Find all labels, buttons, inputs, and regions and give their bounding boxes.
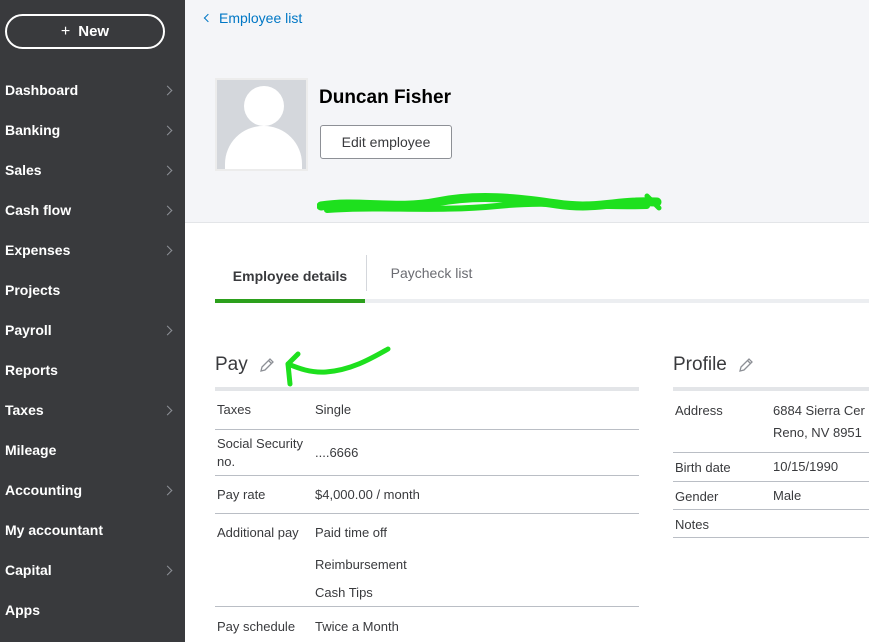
back-to-employee-list-link[interactable]: Employee list bbox=[203, 10, 303, 26]
row-value: 6884 Sierra Cer bbox=[773, 403, 865, 418]
sidebar-item-dashboard[interactable]: Dashboard bbox=[0, 70, 185, 110]
sidebar-item-label: My accountant bbox=[5, 522, 104, 538]
sidebar-item-cash-flow[interactable]: Cash flow bbox=[0, 190, 185, 230]
pencil-icon[interactable] bbox=[737, 356, 755, 374]
sidebar: + New Dashboard Banking Sales Cash flow … bbox=[0, 0, 185, 642]
row-label: Pay rate bbox=[217, 487, 266, 502]
chevron-right-icon bbox=[162, 165, 173, 175]
sidebar-item-accounting[interactable]: Accounting bbox=[0, 470, 185, 510]
redaction-scribble bbox=[317, 193, 662, 213]
row-value: ....6666 bbox=[315, 445, 359, 460]
chevron-right-icon bbox=[162, 565, 173, 575]
pay-row-pay-schedule: Pay schedule Twice a Month bbox=[215, 607, 639, 642]
back-link-label: Employee list bbox=[219, 10, 303, 26]
sidebar-item-label: Accounting bbox=[5, 482, 82, 498]
sidebar-item-label: Dashboard bbox=[5, 82, 79, 98]
row-label: Gender bbox=[675, 489, 719, 504]
row-label: Birth date bbox=[675, 460, 731, 475]
sidebar-item-label: Payroll bbox=[5, 322, 52, 338]
row-label: Additional pay bbox=[217, 525, 299, 540]
new-button-label: New bbox=[78, 23, 110, 40]
sidebar-item-capital[interactable]: Capital bbox=[0, 550, 185, 590]
profile-row-address: Address 6884 Sierra Cer Reno, NV 8951 bbox=[673, 391, 869, 453]
row-value: Paid time off bbox=[315, 525, 388, 540]
sidebar-item-label: Sales bbox=[5, 162, 42, 178]
sidebar-item-reports[interactable]: Reports bbox=[0, 350, 185, 390]
sidebar-item-label: Apps bbox=[5, 602, 40, 618]
sidebar-item-banking[interactable]: Banking bbox=[0, 110, 185, 150]
annotation-arrow bbox=[285, 346, 391, 387]
row-value: Reimbursement bbox=[315, 557, 407, 572]
sidebar-item-label: Cash flow bbox=[5, 202, 72, 218]
plus-icon: + bbox=[60, 22, 71, 40]
row-label: Taxes bbox=[217, 402, 251, 417]
avatar bbox=[215, 78, 308, 171]
sidebar-nav: Dashboard Banking Sales Cash flow Expens… bbox=[0, 70, 185, 630]
pay-row-pay-rate: Pay rate $4,000.00 / month bbox=[215, 476, 639, 514]
row-value: 10/15/1990 bbox=[773, 459, 839, 474]
profile-row-notes: Notes bbox=[673, 510, 869, 538]
row-value: Reno, NV 8951 bbox=[773, 425, 862, 440]
sidebar-item-mileage[interactable]: Mileage bbox=[0, 430, 185, 470]
edit-employee-button[interactable]: Edit employee bbox=[320, 125, 452, 159]
sidebar-item-label: Capital bbox=[5, 562, 52, 578]
sidebar-item-label: Banking bbox=[5, 122, 61, 138]
sidebar-item-payroll[interactable]: Payroll bbox=[0, 310, 185, 350]
pay-row-ssn: Social Security no. ....6666 bbox=[215, 430, 639, 476]
row-label: Notes bbox=[675, 517, 709, 532]
sidebar-item-taxes[interactable]: Taxes bbox=[0, 390, 185, 430]
row-value: $4,000.00 / month bbox=[315, 487, 420, 502]
row-value: Male bbox=[773, 488, 802, 503]
sidebar-item-label: Taxes bbox=[5, 402, 44, 418]
row-label: Pay schedule bbox=[217, 619, 296, 634]
tab-employee-details[interactable]: Employee details bbox=[215, 253, 365, 303]
chevron-right-icon bbox=[162, 325, 173, 335]
employee-header: Employee list Duncan Fisher Edit employe… bbox=[185, 0, 869, 223]
chevron-left-icon bbox=[203, 13, 213, 23]
sidebar-item-apps[interactable]: Apps bbox=[0, 590, 185, 630]
tab-paycheck-list[interactable]: Paycheck list bbox=[366, 255, 496, 291]
row-value: Single bbox=[315, 402, 352, 417]
profile-row-birth-date: Birth date 10/15/1990 bbox=[673, 453, 869, 482]
profile-section-title: Profile bbox=[673, 354, 755, 376]
pay-row-additional-pay: Additional pay Paid time off Reimburseme… bbox=[215, 514, 639, 607]
profile-title-text: Profile bbox=[673, 354, 727, 375]
employee-tabs: Employee details Paycheck list bbox=[215, 253, 869, 303]
chevron-right-icon bbox=[162, 85, 173, 95]
pencil-icon[interactable] bbox=[258, 356, 276, 374]
pay-row-taxes: Taxes Single bbox=[215, 391, 639, 430]
row-label: Social Security bbox=[217, 436, 303, 451]
sidebar-item-projects[interactable]: Projects bbox=[0, 270, 185, 310]
sidebar-item-my-accountant[interactable]: My accountant bbox=[0, 510, 185, 550]
new-button[interactable]: + New bbox=[5, 14, 165, 49]
profile-row-gender: Gender Male bbox=[673, 482, 869, 510]
row-value: Cash Tips bbox=[315, 585, 373, 600]
employee-name: Duncan Fisher bbox=[319, 87, 451, 108]
sidebar-item-label: Expenses bbox=[5, 242, 71, 258]
avatar-head-shape bbox=[244, 86, 284, 126]
sidebar-item-label: Reports bbox=[5, 362, 58, 378]
chevron-right-icon bbox=[162, 485, 173, 495]
sidebar-item-expenses[interactable]: Expenses bbox=[0, 230, 185, 270]
pay-title-text: Pay bbox=[215, 354, 248, 375]
avatar-body-shape bbox=[225, 126, 302, 169]
row-label: no. bbox=[217, 454, 236, 469]
chevron-right-icon bbox=[162, 205, 173, 215]
row-value: Twice a Month bbox=[315, 619, 399, 634]
row-label: Address bbox=[675, 403, 723, 418]
sidebar-item-sales[interactable]: Sales bbox=[0, 150, 185, 190]
chevron-right-icon bbox=[162, 125, 173, 135]
sidebar-item-label: Mileage bbox=[5, 442, 57, 458]
chevron-right-icon bbox=[162, 245, 173, 255]
chevron-right-icon bbox=[162, 405, 173, 415]
pay-section-title: Pay bbox=[215, 354, 276, 376]
sidebar-item-label: Projects bbox=[5, 282, 61, 298]
